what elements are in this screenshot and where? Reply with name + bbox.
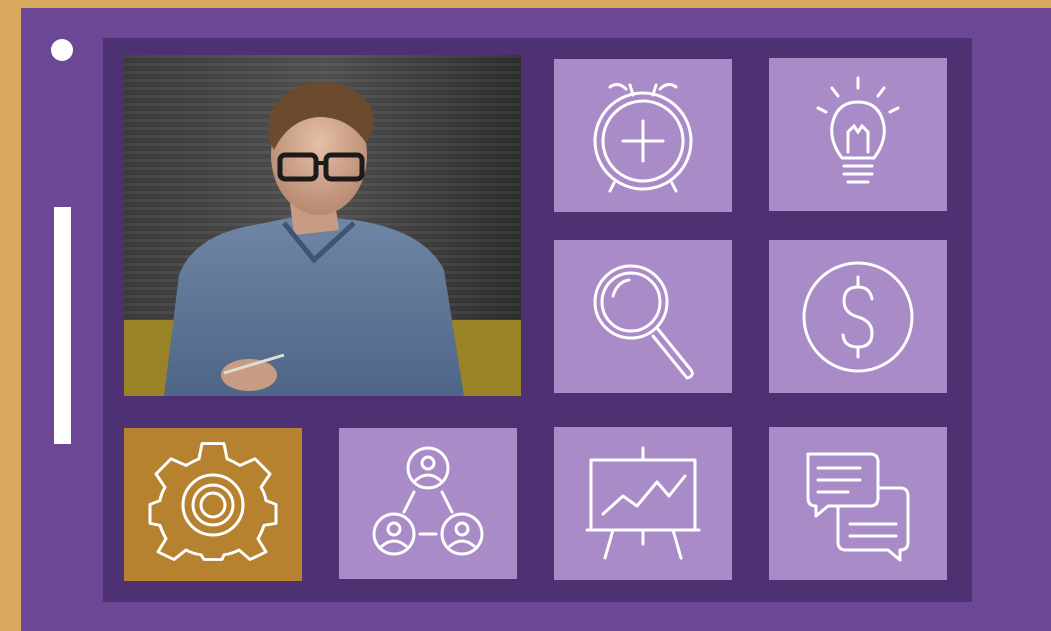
magnifying-glass-icon (593, 264, 694, 380)
side-bar-accent (54, 207, 71, 444)
tile-alarm-clock[interactable] (554, 59, 732, 212)
tile-lightbulb[interactable] (769, 58, 947, 211)
alarm-clock-icon (593, 82, 693, 192)
chart-easel-icon (585, 446, 701, 559)
tile-finance[interactable] (769, 240, 947, 393)
dollar-coin-icon (802, 261, 914, 372)
tile-team[interactable] (339, 428, 517, 579)
tile-analytics[interactable] (554, 427, 732, 580)
gear-icon (148, 441, 278, 561)
tile-settings[interactable] (124, 428, 302, 581)
indicator-dot (51, 39, 73, 61)
portrait-photo (124, 55, 521, 396)
tile-search[interactable] (554, 240, 732, 393)
lightbulb-icon (816, 76, 900, 183)
team-network-icon (372, 446, 484, 555)
tile-messages[interactable] (769, 427, 947, 580)
chat-bubbles-icon (806, 452, 910, 561)
